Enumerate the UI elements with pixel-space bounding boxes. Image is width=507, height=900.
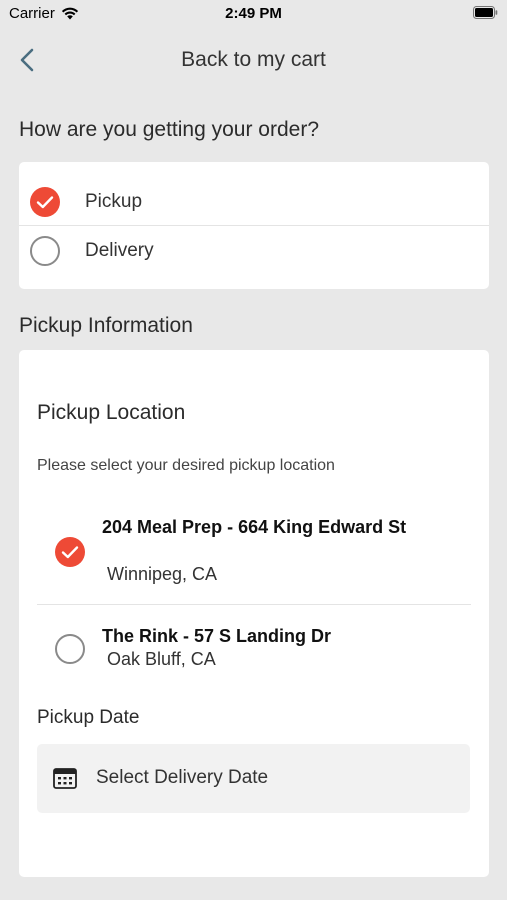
status-time: 2:49 PM	[225, 5, 282, 22]
option-label-delivery: Delivery	[85, 239, 154, 261]
pickup-date-placeholder: Select Delivery Date	[96, 767, 269, 788]
calendar-icon	[53, 768, 77, 789]
back-to-cart-link[interactable]: Back to my cart	[0, 48, 507, 72]
option-delivery[interactable]: Delivery	[19, 226, 489, 275]
pickup-info-heading: Pickup Information	[19, 314, 193, 337]
location-city: Winnipeg, CA	[107, 564, 218, 584]
pickup-location-heading: Pickup Location	[37, 401, 186, 424]
pickup-radio-checked[interactable]	[30, 186, 60, 217]
checkmark-icon	[61, 546, 79, 559]
battery-icon	[473, 6, 498, 19]
divider	[37, 604, 471, 605]
delivery-radio-unchecked[interactable]	[30, 235, 60, 266]
location-name: 204 Meal Prep - 664 King Edward St	[102, 517, 407, 537]
order-method-heading: How are you getting your order?	[19, 118, 319, 141]
location-city: Oak Bluff, CA	[107, 649, 216, 669]
option-label-pickup: Pickup	[85, 190, 143, 212]
option-pickup[interactable]: Pickup	[19, 177, 489, 226]
location-radio-checked[interactable]	[55, 537, 85, 567]
pickup-date-field[interactable]: Select Delivery Date	[37, 744, 470, 813]
nav-bar: Back to my cart	[0, 36, 507, 86]
pickup-location-help: Please select your desired pickup locati…	[37, 457, 335, 474]
pickup-date-heading: Pickup Date	[37, 707, 140, 728]
location-option-the-rink[interactable]: The Rink - 57 S Landing Dr Oak Bluff, CA	[37, 622, 469, 682]
checkmark-icon	[36, 195, 54, 208]
order-method-card: Pickup Delivery	[19, 162, 489, 289]
location-radio-unchecked[interactable]	[55, 634, 85, 664]
location-option-204-meal-prep[interactable]: 204 Meal Prep - 664 King Edward St Winni…	[37, 512, 469, 604]
status-bar: Carrier 2:49 PM	[0, 0, 507, 28]
pickup-info-card: Pickup Location Please select your desir…	[19, 350, 489, 877]
location-name: The Rink - 57 S Landing Dr	[102, 626, 332, 646]
